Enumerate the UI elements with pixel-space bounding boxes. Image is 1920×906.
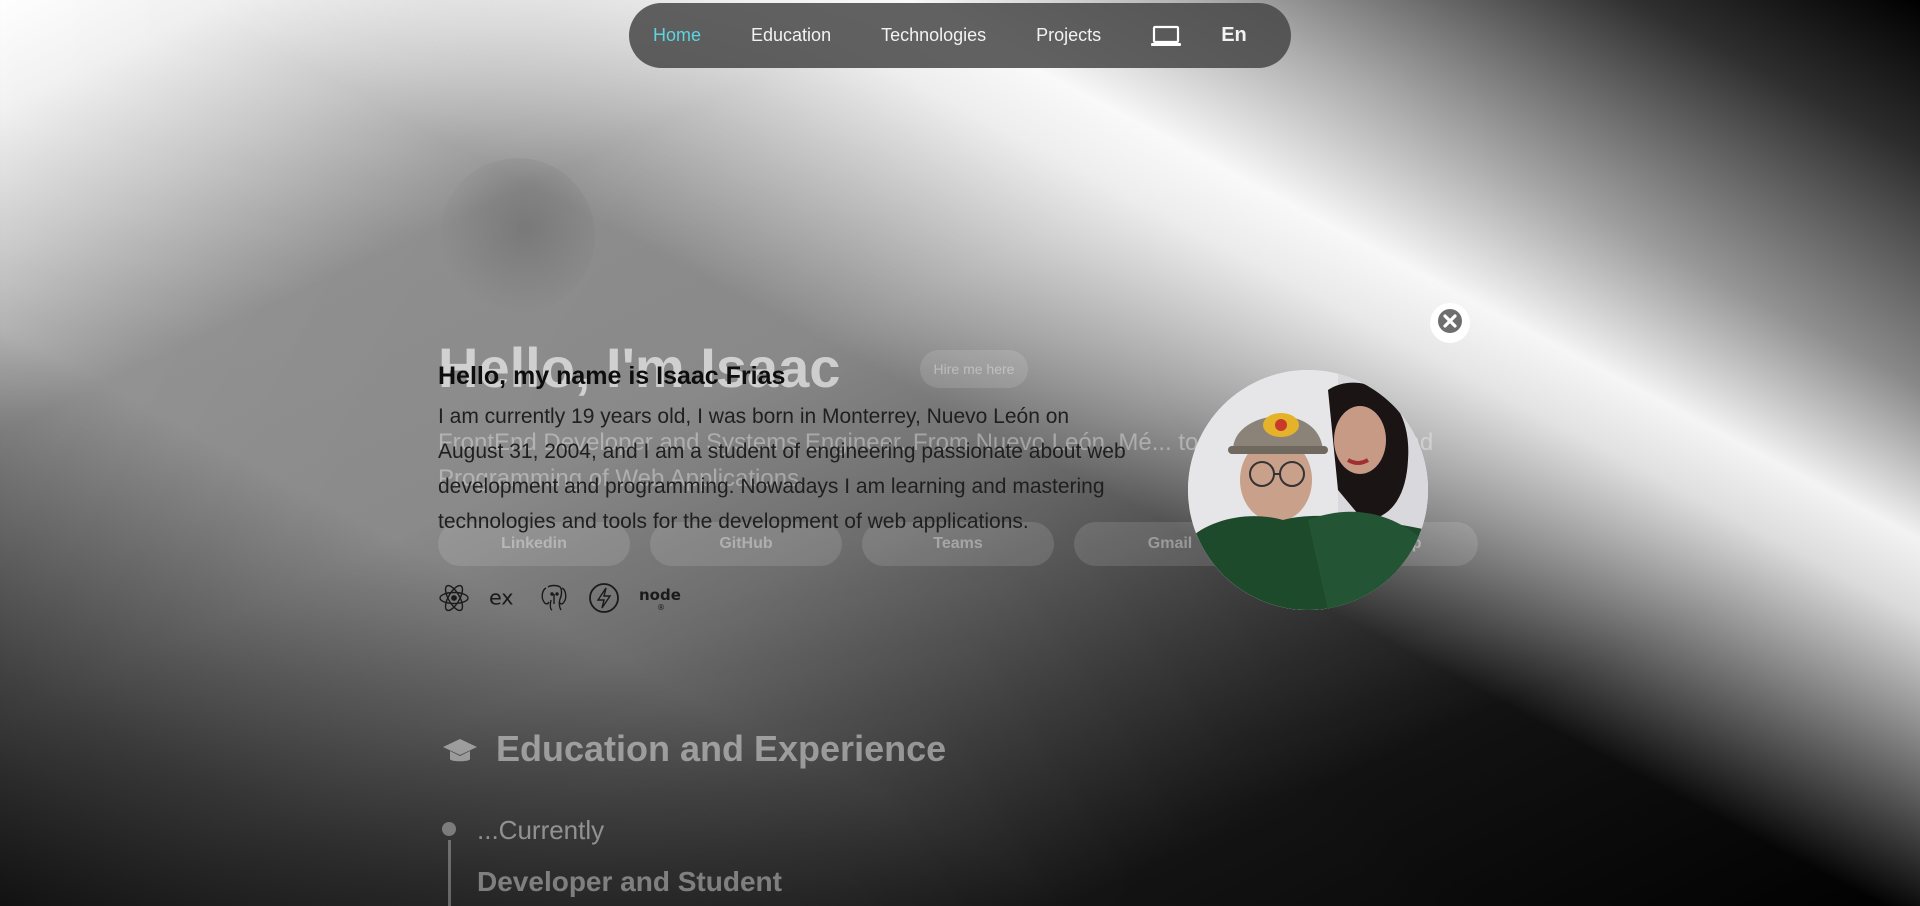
modal-heading: Hello, my name is Isaac Frias: [438, 362, 786, 390]
timeline-dot: [442, 822, 456, 836]
laptop-icon[interactable]: [1151, 25, 1182, 47]
close-icon: [1437, 308, 1463, 338]
express-icon: ex: [488, 582, 520, 614]
graduation-cap-icon: [442, 734, 478, 764]
timeline-date: ...Currently: [477, 815, 605, 845]
modal-close-button[interactable]: [1430, 303, 1470, 343]
profile-avatar-background: [440, 158, 595, 313]
nodejs-icon: node ®: [638, 582, 682, 614]
education-section-heading: Education and Experience: [442, 728, 946, 770]
timeline-role: Developer and Student: [477, 866, 782, 897]
postgresql-icon: [538, 582, 570, 614]
nav-technologies[interactable]: Technologies: [881, 25, 986, 46]
about-modal: Hello, my name is Isaac Frias I am curre…: [438, 362, 1138, 539]
svg-text:ex: ex: [489, 586, 514, 610]
nav-home[interactable]: Home: [653, 25, 701, 46]
svg-text:®: ®: [657, 603, 665, 612]
top-navbar: Home Education Technologies Projects En: [629, 3, 1291, 68]
profile-photo: [1188, 370, 1428, 610]
svg-text:node: node: [639, 586, 681, 604]
language-toggle[interactable]: En: [1221, 24, 1247, 47]
nav-education[interactable]: Education: [751, 25, 831, 46]
react-icon: [438, 582, 470, 614]
timeline-line: [448, 840, 451, 906]
tech-icons-row: ex node ®: [438, 582, 682, 614]
supabase-icon: [588, 582, 620, 614]
modal-body: I am currently 19 years old, I was born …: [438, 405, 1126, 533]
nav-projects[interactable]: Projects: [1036, 25, 1101, 46]
education-heading-text: Education and Experience: [496, 728, 947, 769]
